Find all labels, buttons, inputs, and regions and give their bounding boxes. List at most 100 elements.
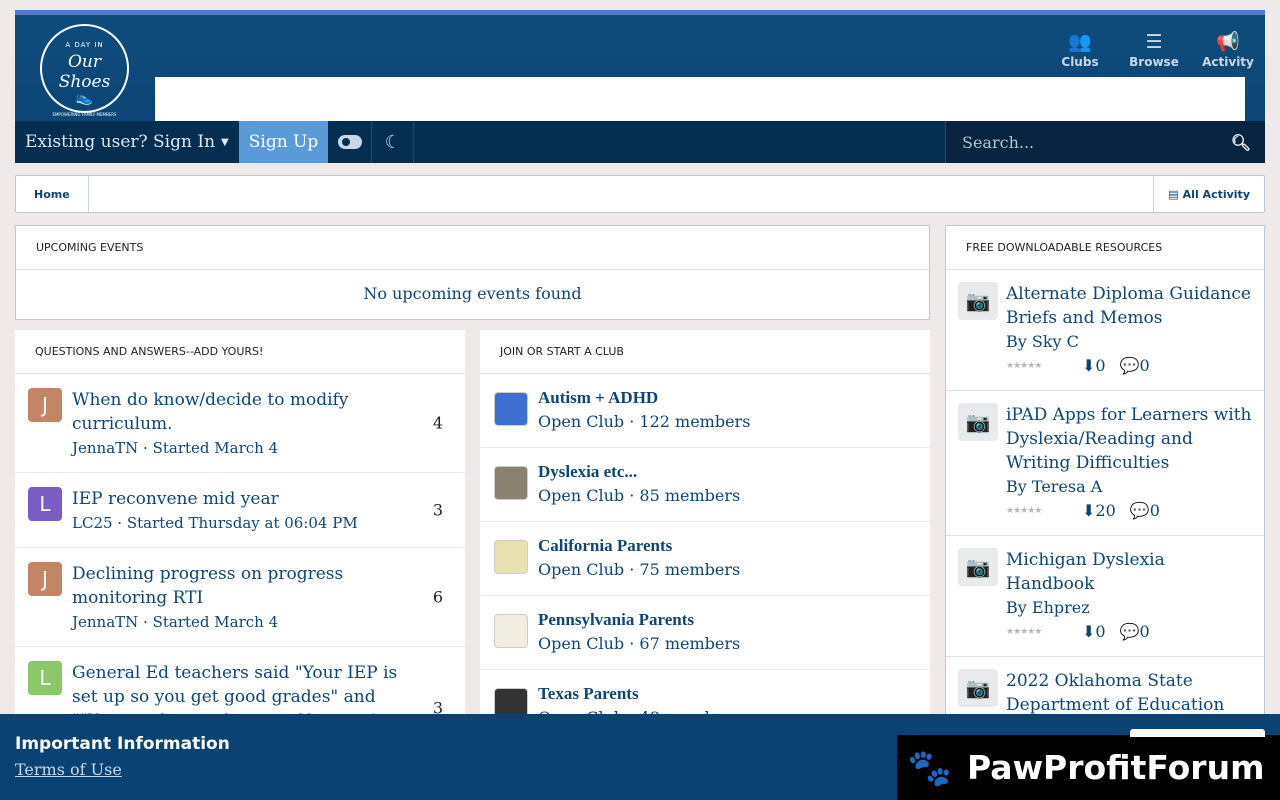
camera-icon: 📷 (958, 548, 998, 586)
club-icon[interactable] (494, 466, 528, 500)
download-count: 0 (1095, 356, 1106, 375)
user-bar: Existing user? Sign In ▼ Sign Up ☾ Search… (15, 121, 1265, 163)
list-item[interactable]: Autism + ADHD Open Club · 122 members (480, 374, 930, 448)
resources-widget: FREE DOWNLOADABLE RESOURCES 📷 Alternate D… (945, 225, 1265, 725)
club-icon[interactable] (494, 392, 528, 426)
club-name[interactable]: Dyslexia etc... (538, 460, 740, 484)
club-info: Autism + ADHD Open Club · 122 members (538, 386, 750, 435)
nav-label: Browse (1129, 55, 1179, 69)
resource-author[interactable]: By Sky C (1006, 330, 1254, 354)
topic-title[interactable]: Declining progress on progress monitorin… (72, 562, 402, 610)
breadcrumb-home[interactable]: Home (16, 176, 89, 212)
watermark: 🐾 PawProfitForum (897, 729, 1280, 800)
nav-clubs[interactable]: 👥 Clubs (1043, 29, 1117, 69)
camera-icon: 📷 (958, 282, 998, 320)
dark-mode-icon[interactable]: ☾ (372, 121, 415, 163)
download-icon: ⬇ (1082, 356, 1096, 375)
avatar[interactable]: J (28, 562, 62, 596)
widget-title: JOIN OR START A CLUB (480, 330, 930, 374)
nav-activity[interactable]: 📢 Activity (1191, 29, 1265, 69)
download-icon: ⬇ (1082, 622, 1096, 641)
watermark-text: PawProfitForum (967, 748, 1265, 787)
comment-count: 0 (1149, 501, 1160, 520)
widget-title: QUESTIONS AND ANSWERS--ADD YOURS! (15, 330, 465, 374)
search-input[interactable]: Search... (962, 133, 1231, 152)
resource-title[interactable]: iPAD Apps for Learners with Dyslexia/Rea… (1006, 403, 1254, 475)
site-logo[interactable]: A DAY IN Our Shoes 👟 EMPOWERING FAMILY M… (40, 24, 129, 117)
avatar[interactable]: L (28, 487, 62, 521)
club-type: Open Club (538, 560, 625, 579)
comment-icon: 💬 (1129, 501, 1150, 520)
list-item[interactable]: 📷 iPAD Apps for Learners with Dyslexia/Re… (946, 391, 1264, 536)
sign-up-button[interactable]: Sign Up (238, 121, 329, 163)
avatar[interactable]: J (28, 388, 62, 422)
topic-meta: LC25 · Started Thursday at 06:04 PM (72, 514, 358, 532)
search-box[interactable]: Search... 🔍︎ (945, 121, 1265, 163)
rating-stars-icon: ★★★★★ (1006, 361, 1042, 371)
club-type: Open Club (538, 412, 625, 431)
all-activity-label: All Activity (1182, 187, 1250, 201)
topic-title[interactable]: When do know/decide to modify curriculum… (72, 388, 402, 436)
rating-stars-icon: ★★★★★ (1006, 627, 1042, 637)
list-item[interactable]: 📷 Michigan Dyslexia Handbook By Ehprez ★★★★… (946, 536, 1264, 657)
breadcrumb: Home ▤ All Activity (15, 175, 1265, 213)
footer-title: Important Information (15, 734, 230, 754)
list-item[interactable]: Dyslexia etc... Open Club · 85 members (480, 448, 930, 522)
list-item[interactable]: Pennsylvania Parents Open Club · 67 membe… (480, 596, 930, 670)
list-item[interactable]: L IEP reconvene mid year LC25 · Started Th… (15, 473, 465, 548)
list-item[interactable]: J When do know/decide to modify curriculu… (15, 374, 465, 473)
avatar[interactable]: L (28, 661, 62, 695)
download-count: 0 (1095, 622, 1106, 641)
topic-meta: JennaTN · Started March 4 (72, 439, 279, 457)
comment-count: 0 (1139, 622, 1150, 641)
all-activity-link[interactable]: ▤ All Activity (1153, 176, 1264, 212)
club-icon[interactable] (494, 540, 528, 574)
list-item[interactable]: J Declining progress on progress monitori… (15, 548, 465, 647)
camera-icon: 📷 (958, 669, 998, 707)
comment-count: 0 (1139, 356, 1150, 375)
topic-info: IEP reconvene mid year LC25 · Started Thu… (72, 487, 402, 535)
resource-stats: ★★★★★ ⬇ 20 💬 0 (1006, 499, 1254, 523)
banner-area (155, 77, 1245, 121)
clubs-widget: JOIN OR START A CLUB Autism + ADHD Open C… (480, 330, 930, 730)
club-meta: Open Club · 67 members (538, 634, 741, 653)
resource-author[interactable]: By Teresa A (1006, 475, 1254, 499)
topic-meta: JennaTN · Started March 4 (72, 613, 279, 631)
reply-count: 6 (432, 587, 443, 607)
resource-title[interactable]: Michigan Dyslexia Handbook (1006, 548, 1254, 596)
logo-line1: A DAY IN (65, 41, 104, 49)
comment-icon: 💬 (1119, 356, 1140, 375)
club-members: 75 members (639, 560, 741, 579)
paw-icon: 🐾 (907, 747, 952, 789)
resource-author[interactable]: By Ehprez (1006, 596, 1254, 620)
club-members: 122 members (639, 412, 751, 431)
search-icon[interactable]: 🔍︎ (1231, 133, 1251, 152)
resource-stats: ★★★★★ ⬇ 0 💬 0 (1006, 354, 1254, 378)
empty-message: No upcoming events found (363, 284, 582, 303)
resource-info: iPAD Apps for Learners with Dyslexia/Rea… (1006, 403, 1254, 523)
club-members: 67 members (639, 634, 741, 653)
club-type: Open Club (538, 634, 625, 653)
club-name[interactable]: Texas Parents (538, 682, 740, 706)
list-item[interactable]: California Parents Open Club · 75 members (480, 522, 930, 596)
club-name[interactable]: Pennsylvania Parents (538, 608, 740, 632)
shoe-icon: 👟 (75, 90, 94, 106)
resource-info: Michigan Dyslexia Handbook By Ehprez ★★★★★… (1006, 548, 1254, 644)
club-name[interactable]: California Parents (538, 534, 740, 558)
club-name[interactable]: Autism + ADHD (538, 386, 750, 410)
club-info: Pennsylvania Parents Open Club · 67 membe… (538, 608, 740, 657)
sign-in-button[interactable]: Existing user? Sign In ▼ (15, 121, 239, 163)
club-info: Dyslexia etc... Open Club · 85 members (538, 460, 740, 509)
activity-icon: ▤ (1168, 187, 1179, 201)
theme-toggle[interactable] (328, 121, 373, 163)
club-members: 85 members (639, 486, 741, 505)
terms-link[interactable]: Terms of Use (15, 760, 122, 779)
nav-browse[interactable]: ☰ Browse (1117, 29, 1191, 69)
list-icon: ☰ (1145, 31, 1163, 53)
list-item[interactable]: 📷 Alternate Diploma Guidance Briefs and M… (946, 270, 1264, 391)
club-icon[interactable] (494, 614, 528, 648)
camera-icon: 📷 (958, 403, 998, 441)
resource-title[interactable]: Alternate Diploma Guidance Briefs and Me… (1006, 282, 1254, 330)
nav-label: Clubs (1061, 55, 1099, 69)
topic-title[interactable]: IEP reconvene mid year (72, 487, 402, 511)
